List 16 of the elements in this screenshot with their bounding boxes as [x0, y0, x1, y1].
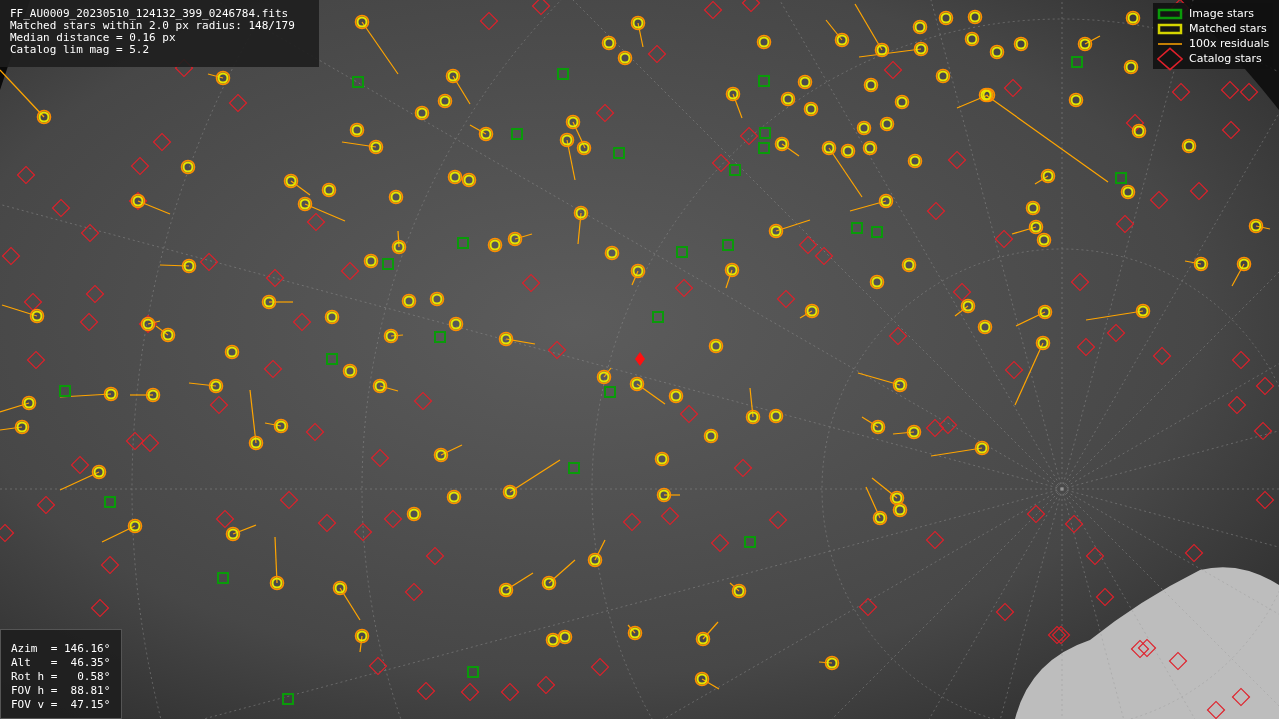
pointing-text: FOV v = 47.15°	[11, 698, 112, 712]
line-marker-icon	[1157, 41, 1183, 46]
legend-label: Image stars	[1189, 7, 1254, 20]
pointing-text: Azim = 146.16°	[11, 642, 112, 656]
info-text: Median distance = 0.16 px	[10, 32, 177, 44]
square-marker-icon	[1157, 7, 1183, 20]
info-text: FF_AU0009_20230510_124132_399_0246784.fits	[10, 8, 290, 20]
pointing-text: Alt = 46.35°	[11, 656, 112, 670]
pointing-text: Rot h = 0.58°	[11, 670, 112, 684]
info-text: Matched stars within 2.0 px radius: 148/179	[10, 20, 296, 32]
square-marker-icon	[1157, 22, 1183, 35]
legend-label: Matched stars	[1189, 22, 1267, 35]
legend-label: Catalog stars	[1189, 52, 1262, 65]
pointing-text: FOV h = 88.81°	[11, 684, 112, 698]
info-text: Catalog lim mag = 5.2	[10, 44, 151, 56]
legend-label: 100x residuals	[1189, 37, 1270, 50]
